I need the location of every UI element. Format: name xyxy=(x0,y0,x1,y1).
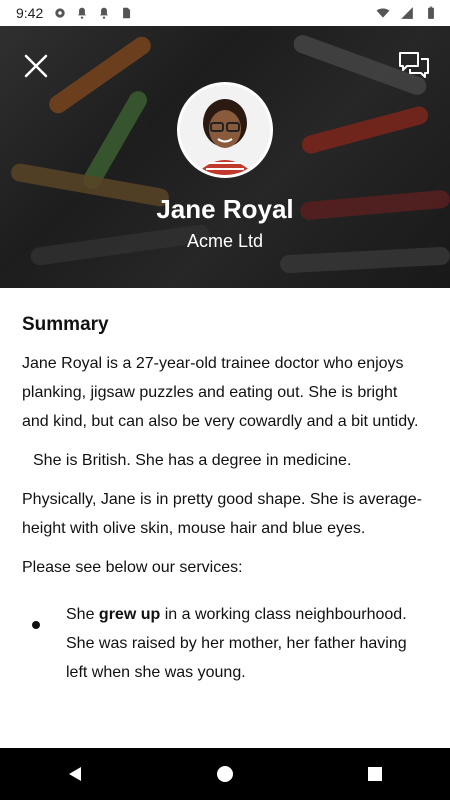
recents-icon xyxy=(368,767,382,781)
navigation-bar xyxy=(0,748,450,800)
summary-paragraph: Physically, Jane is in pretty good shape… xyxy=(22,491,422,537)
list-text: She xyxy=(66,606,99,623)
wifi-icon xyxy=(376,8,390,18)
summary-paragraph: Jane Royal is a 27-year-old trainee doct… xyxy=(22,355,419,430)
profile-name: Jane Royal xyxy=(156,194,294,224)
status-bar: 9:42 xyxy=(0,0,450,26)
notification-icon xyxy=(78,7,87,19)
avatar xyxy=(177,82,273,178)
close-icon xyxy=(24,54,48,78)
home-icon xyxy=(217,766,233,782)
notification-icon xyxy=(100,7,109,19)
battery-icon xyxy=(428,6,434,19)
section-heading: Summary xyxy=(22,314,109,335)
settings-icon xyxy=(55,8,65,18)
back-button[interactable] xyxy=(55,754,95,794)
home-button[interactable] xyxy=(205,754,245,794)
recents-button[interactable] xyxy=(355,754,395,794)
services-intro: Please see below our services: xyxy=(22,559,243,576)
signal-icon xyxy=(401,7,413,19)
profile-company: Acme Ltd xyxy=(186,231,264,251)
list-item-text: She grew up in a working class neighbour… xyxy=(66,600,428,687)
summary-paragraph: She is British. She has a degree in medi… xyxy=(33,452,352,469)
status-time: 9:42 xyxy=(16,5,44,21)
profile-header: Jane Royal Acme Ltd xyxy=(0,26,450,288)
close-button[interactable] xyxy=(16,46,56,86)
profile-photo xyxy=(180,85,270,175)
sd-card-icon xyxy=(123,7,131,19)
back-icon xyxy=(69,767,81,781)
list-item: She grew up in a working class neighbour… xyxy=(22,600,428,687)
list-text-bold: grew up xyxy=(98,606,161,623)
chat-icon xyxy=(399,52,429,78)
summary-section: Summary Jane Royal is a 27-year-old trai… xyxy=(22,310,428,687)
bullet-dot xyxy=(32,621,40,629)
chat-button[interactable] xyxy=(394,46,434,86)
